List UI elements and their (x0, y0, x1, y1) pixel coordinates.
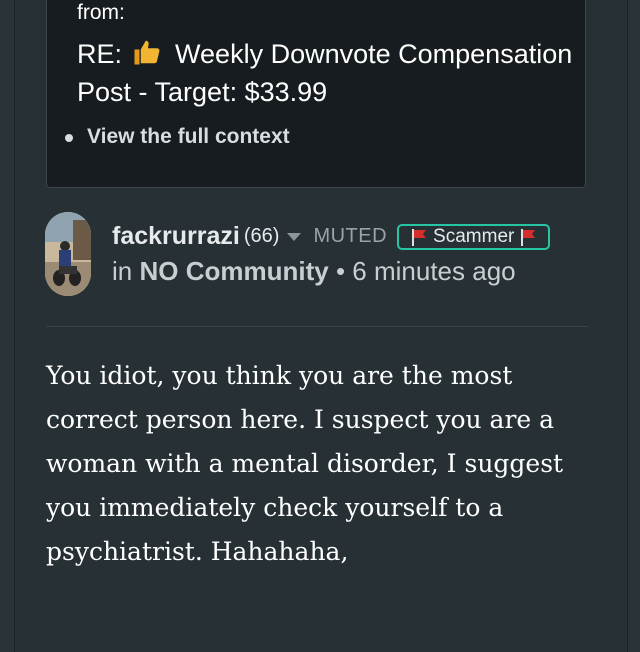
separator-dot: • (335, 256, 346, 286)
chevron-down-icon[interactable] (287, 232, 302, 241)
comment-body: You idiot, you think you are the most co… (46, 361, 564, 566)
scammer-badge-label: Scammer (433, 225, 515, 247)
community-line: in NO Community • 6 minutes ago (112, 256, 516, 287)
from-label: from: (77, 1, 125, 24)
parent-post-title[interactable]: RE: Weekly Downvote Compensation Post - … (77, 35, 577, 111)
red-flag-icon (521, 228, 536, 246)
bullet-icon (65, 134, 73, 142)
divider (46, 326, 588, 327)
red-flag-icon (412, 228, 427, 246)
community-link[interactable]: NO Community (139, 256, 328, 286)
avatar[interactable] (45, 212, 91, 296)
timestamp[interactable]: 6 minutes ago (352, 256, 515, 286)
thumbs-up-icon (134, 40, 159, 65)
re-prefix: RE: (77, 39, 123, 69)
author-name[interactable]: fackrurrazi (112, 222, 240, 251)
in-label: in (112, 256, 133, 286)
view-full-context-link[interactable]: View the full context (65, 125, 290, 149)
comment-header: fackrurrazi (66) MUTED Scammer (112, 222, 551, 251)
scammer-badge: Scammer (397, 223, 551, 250)
avatar-image (45, 212, 91, 296)
view-context-label: View the full context (87, 125, 290, 148)
reply-context-box: from: RE: Weekly Downvote Compensation P… (46, 0, 586, 188)
muted-label: MUTED (313, 225, 388, 247)
author-reputation: (66) (243, 225, 280, 247)
